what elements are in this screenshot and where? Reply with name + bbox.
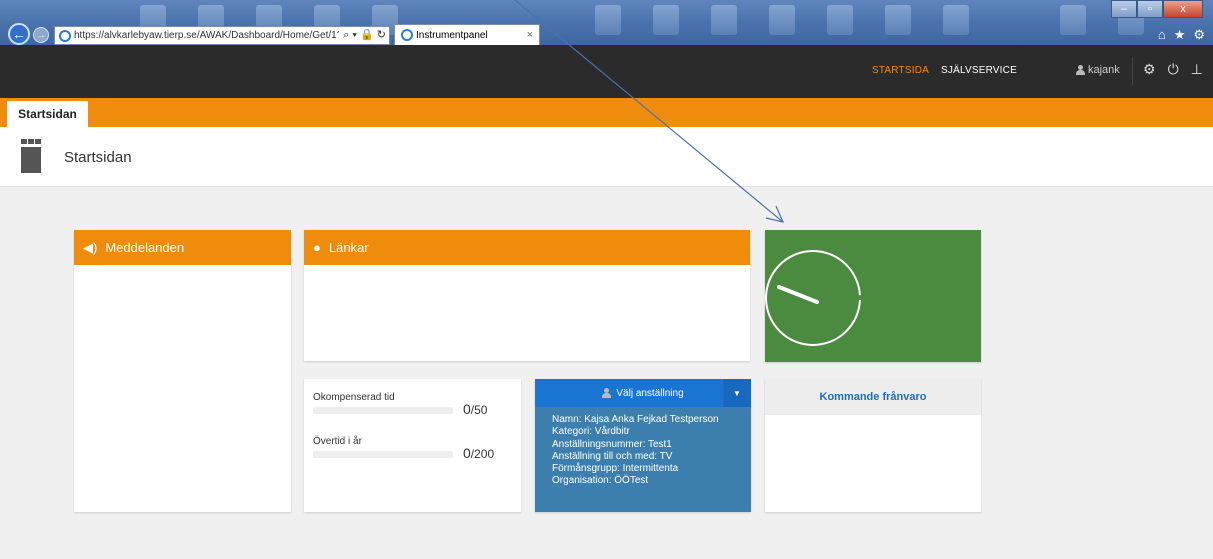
progress-bar bbox=[313, 407, 453, 414]
browser-tab[interactable]: Instrumentpanel × bbox=[394, 24, 540, 45]
select-employment-button[interactable]: Välj anställning ▼ bbox=[535, 379, 751, 407]
settings-icon[interactable]: ⚙ bbox=[1143, 61, 1156, 78]
user-menu[interactable]: kajank bbox=[1076, 64, 1120, 76]
close-window-button[interactable]: x bbox=[1163, 0, 1203, 18]
app-topbar: STARTSIDA SJÄLVSERVICE kajank ⚙ ⏻ ⊥ bbox=[0, 45, 1213, 98]
nav-sjalvservice[interactable]: SJÄLVSERVICE bbox=[941, 65, 1017, 76]
home-icon[interactable]: ⌂ bbox=[1158, 27, 1166, 43]
messages-title: Meddelanden bbox=[105, 240, 185, 255]
user-icon bbox=[602, 388, 612, 398]
background-tile bbox=[711, 5, 737, 35]
background-tile bbox=[653, 5, 679, 35]
background-tile bbox=[827, 5, 853, 35]
nav-startsida[interactable]: STARTSIDA bbox=[872, 65, 929, 76]
gear-icon[interactable]: ⚙ bbox=[1193, 27, 1205, 43]
back-button[interactable]: ← bbox=[8, 23, 30, 45]
address-bar[interactable]: https://alvkarlebyaw.tierp.se/AWAK/Dashb… bbox=[54, 26, 390, 45]
tab-startsidan[interactable]: Startsidan bbox=[7, 101, 88, 127]
browser-toolbar-icons: ⌂ ★ ⚙ bbox=[1158, 27, 1205, 43]
top-icons: ⚙ ⏻ ⊥ bbox=[1143, 61, 1203, 78]
upcoming-absence-panel: Kommande frånvaro bbox=[765, 379, 981, 512]
employment-benefit-group: Förmånsgrupp: Intermittenta bbox=[552, 463, 679, 475]
time-row-overtid: Övertid i år 0/200 bbox=[313, 436, 511, 480]
chevron-down-icon[interactable]: ▼ bbox=[723, 379, 751, 407]
window-controls: – ▫ x bbox=[1111, 0, 1203, 18]
username: kajank bbox=[1088, 64, 1120, 76]
select-employment-label: Välj anställning bbox=[616, 387, 684, 399]
background-tile bbox=[1060, 5, 1086, 35]
speaker-icon: ◀) bbox=[83, 239, 98, 255]
employment-category: Kategori: Vårdbitr bbox=[552, 426, 630, 438]
upcoming-absence-link[interactable]: Kommande frånvaro bbox=[765, 379, 981, 415]
tab-close-icon[interactable]: × bbox=[527, 29, 533, 41]
time-value: 0/200 bbox=[463, 445, 495, 461]
links-title: Länkar bbox=[328, 240, 369, 255]
background-tile bbox=[885, 5, 911, 35]
progress-bar bbox=[313, 451, 453, 458]
minimize-button[interactable]: – bbox=[1111, 0, 1137, 18]
page-title: Startsidan bbox=[64, 149, 132, 166]
browser-chrome: ← → https://alvkarlebyaw.tierp.se/AWAK/D… bbox=[0, 0, 1213, 45]
employment-until: Anställning till och med: TV bbox=[552, 450, 673, 462]
forward-button[interactable]: → bbox=[33, 27, 49, 43]
address-tools[interactable]: ⌕ ▾ 🔒 ↻ bbox=[339, 28, 386, 42]
employment-details: Namn: Kajsa Anka Fejkad Testperson Kateg… bbox=[535, 407, 751, 488]
divider bbox=[1132, 57, 1133, 85]
links-panel: ● Länkar bbox=[304, 230, 750, 361]
background-tile bbox=[943, 5, 969, 35]
dashboard-icon bbox=[21, 139, 41, 173]
back-arrow-icon: ← bbox=[12, 26, 26, 42]
tab-strip bbox=[0, 98, 1213, 127]
ie-icon bbox=[59, 29, 71, 42]
links-header: ● Länkar bbox=[304, 230, 750, 265]
star-icon[interactable]: ★ bbox=[1174, 27, 1186, 43]
clock-icon bbox=[765, 250, 861, 346]
time-balance-panel: Okompenserad tid 0/50 Övertid i år 0/200 bbox=[304, 379, 521, 512]
messages-panel: ◀) Meddelanden bbox=[74, 230, 291, 512]
time-value: 0/50 bbox=[463, 401, 488, 417]
pin-icon[interactable]: ⊥ bbox=[1191, 61, 1203, 78]
employment-number: Anställningsnummer: Test1 bbox=[552, 438, 672, 450]
maximize-button[interactable]: ▫ bbox=[1137, 0, 1163, 18]
url-text[interactable]: https://alvkarlebyaw.tierp.se/AWAK/Dashb… bbox=[74, 30, 379, 41]
tab-favicon-icon bbox=[401, 29, 413, 41]
time-row-okompenserad: Okompenserad tid 0/50 bbox=[313, 392, 511, 436]
clock-tile[interactable] bbox=[765, 230, 981, 362]
background-tile bbox=[595, 5, 621, 35]
top-navigation: STARTSIDA SJÄLVSERVICE bbox=[872, 65, 1017, 76]
power-icon[interactable]: ⏻ bbox=[1168, 61, 1179, 78]
globe-icon: ● bbox=[313, 240, 321, 255]
forward-arrow-icon: → bbox=[36, 29, 46, 41]
employment-panel: Välj anställning ▼ Namn: Kajsa Anka Fejk… bbox=[535, 379, 751, 512]
employment-name: Namn: Kajsa Anka Fejkad Testperson bbox=[552, 414, 719, 425]
employment-organisation: Organisation: ÖÖTest bbox=[552, 475, 649, 487]
tab-title: Instrumentpanel bbox=[416, 29, 488, 41]
messages-header: ◀) Meddelanden bbox=[74, 230, 291, 265]
page-header: Startsidan bbox=[0, 127, 1213, 187]
background-tile bbox=[769, 5, 795, 35]
user-icon bbox=[1076, 65, 1085, 75]
